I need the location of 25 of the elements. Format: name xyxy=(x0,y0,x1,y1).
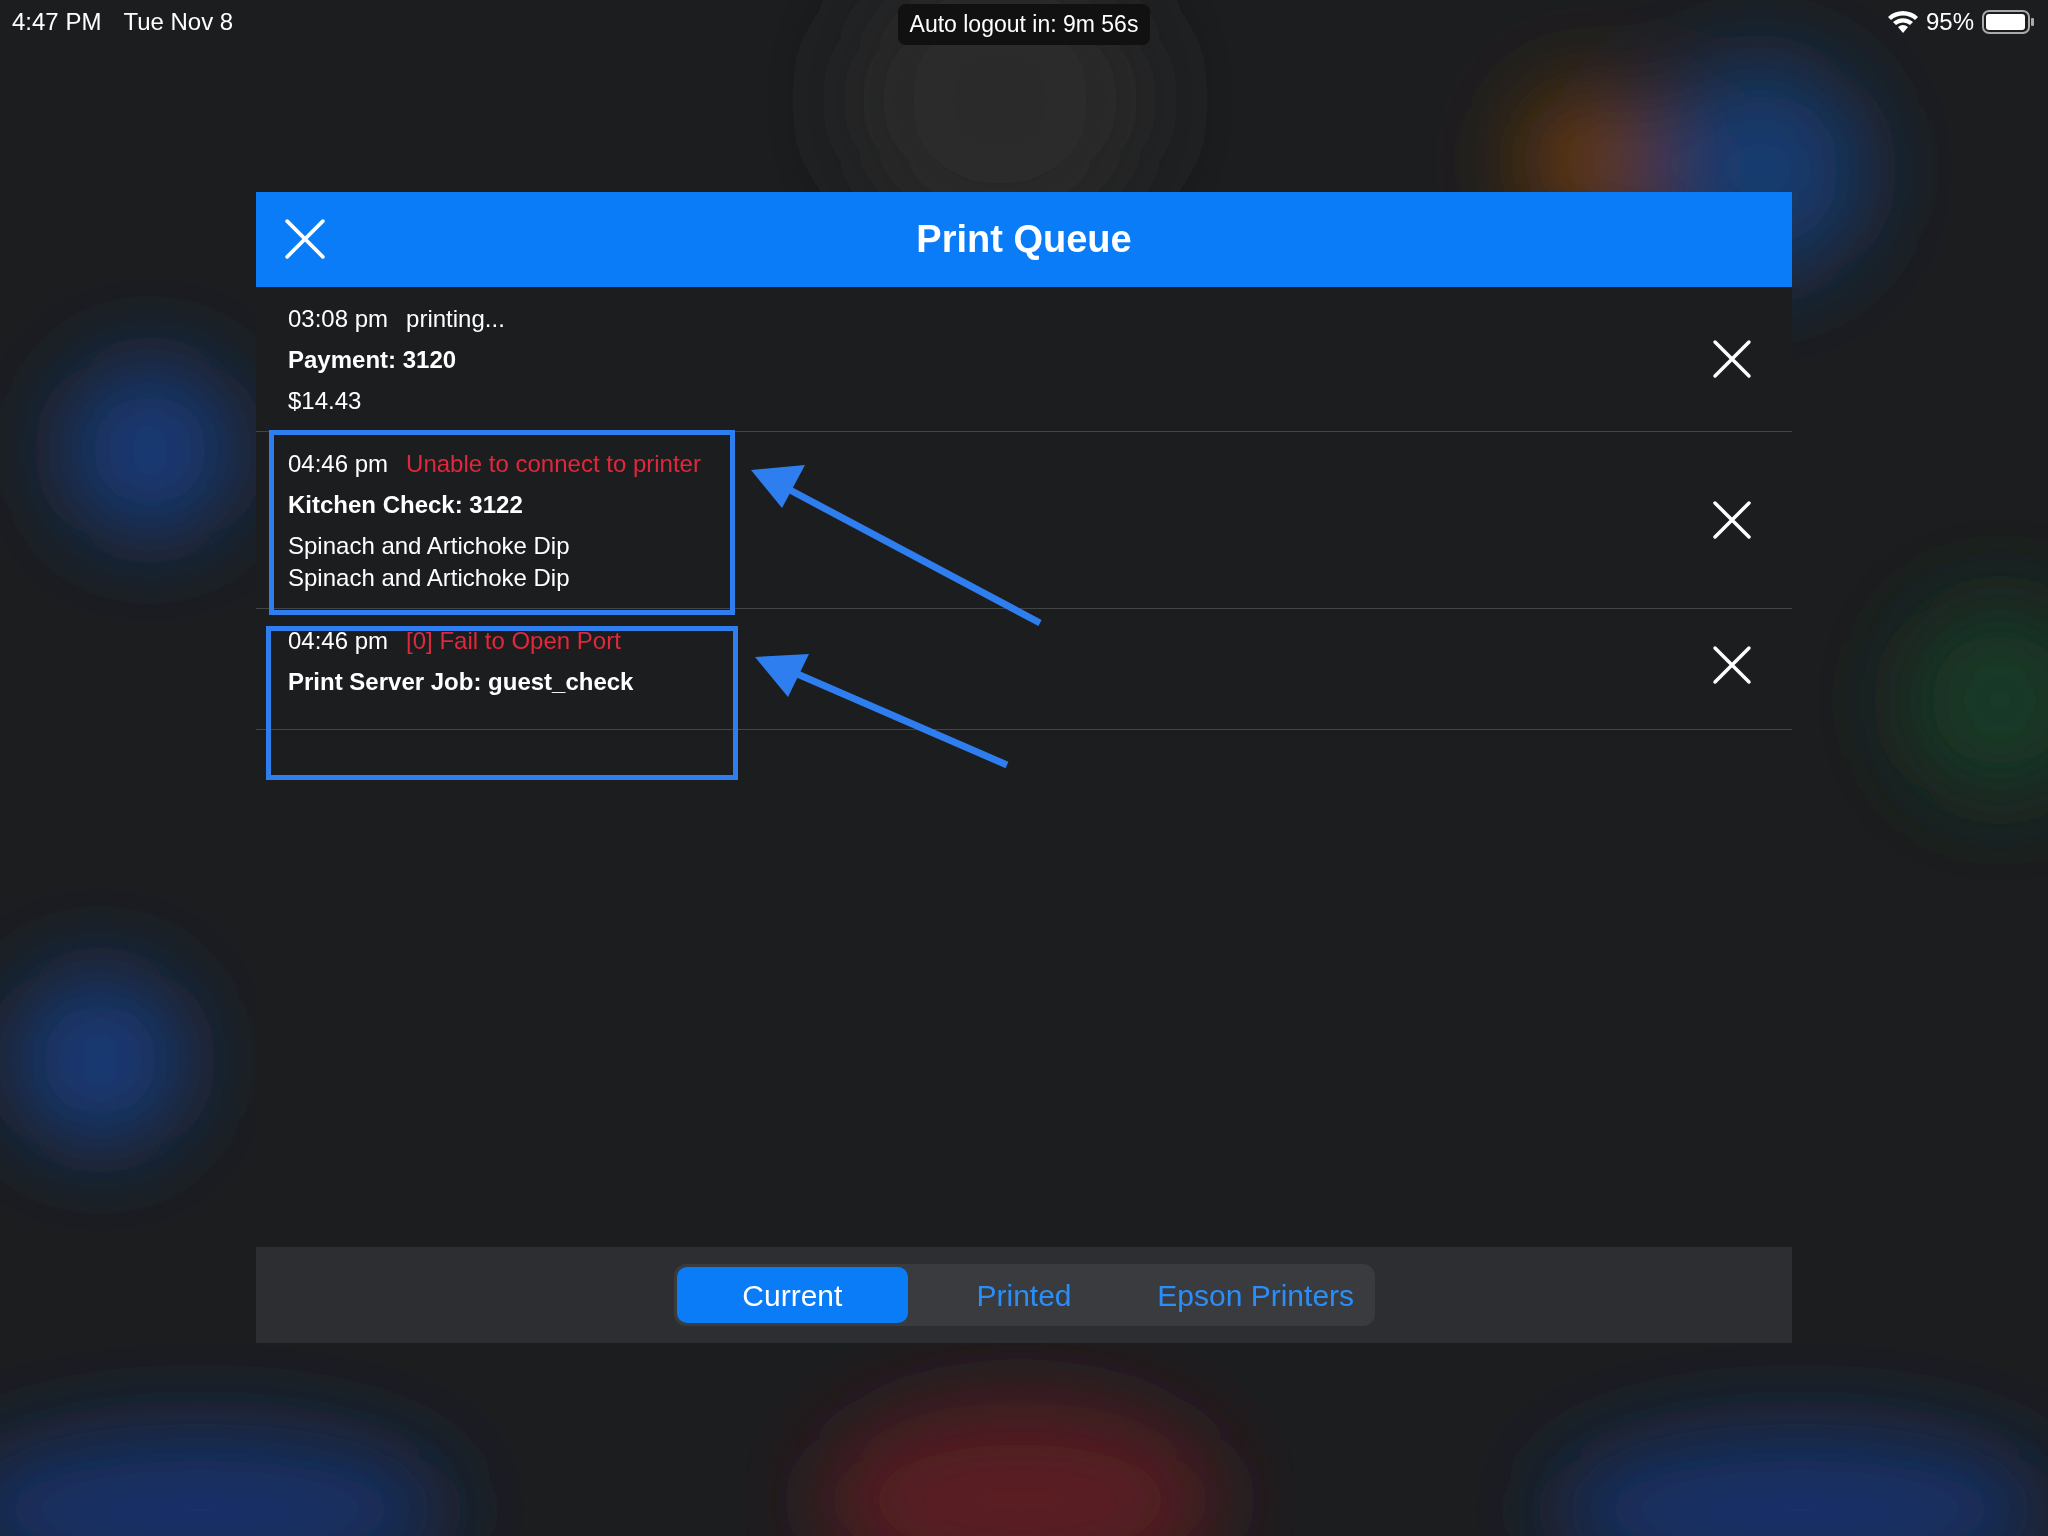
wifi-icon xyxy=(1887,11,1918,34)
tab[interactable]: Current xyxy=(676,1267,909,1323)
job-title: Print Server Job: guest_check xyxy=(288,667,634,697)
battery-percent: 95% xyxy=(1925,7,1974,38)
job-detail: Spinach and Artichoke Dip xyxy=(288,563,571,593)
dialog-title: Print Queue xyxy=(916,217,1132,262)
print-job-row[interactable]: 03:08 pm printing... Payment: 3120 $14.43 xyxy=(256,287,1792,432)
job-time: 03:08 pm xyxy=(288,304,389,334)
job-time: 04:46 pm xyxy=(288,626,389,656)
battery-icon xyxy=(1982,10,2036,35)
remove-job-icon[interactable] xyxy=(1712,339,1752,379)
remove-job-icon[interactable] xyxy=(1712,500,1752,540)
job-status: [0] Fail to Open Port xyxy=(406,626,621,656)
job-status: Unable to connect to printer xyxy=(406,449,701,479)
job-title: Payment: 3120 xyxy=(288,345,458,375)
job-status: printing... xyxy=(406,304,505,334)
auto-logout-banner: Auto logout in: 9m 56s xyxy=(897,4,1151,45)
job-title: Kitchen Check: 3122 xyxy=(288,490,524,520)
job-detail: $14.43 xyxy=(288,386,363,416)
remove-job-icon[interactable] xyxy=(1712,645,1752,685)
job-time: 04:46 pm xyxy=(288,449,389,479)
status-time: 4:47 PM xyxy=(12,7,102,38)
job-detail: Spinach and Artichoke Dip xyxy=(288,531,571,561)
close-icon[interactable] xyxy=(284,218,326,260)
status-date: Tue Nov 8 xyxy=(123,7,234,38)
